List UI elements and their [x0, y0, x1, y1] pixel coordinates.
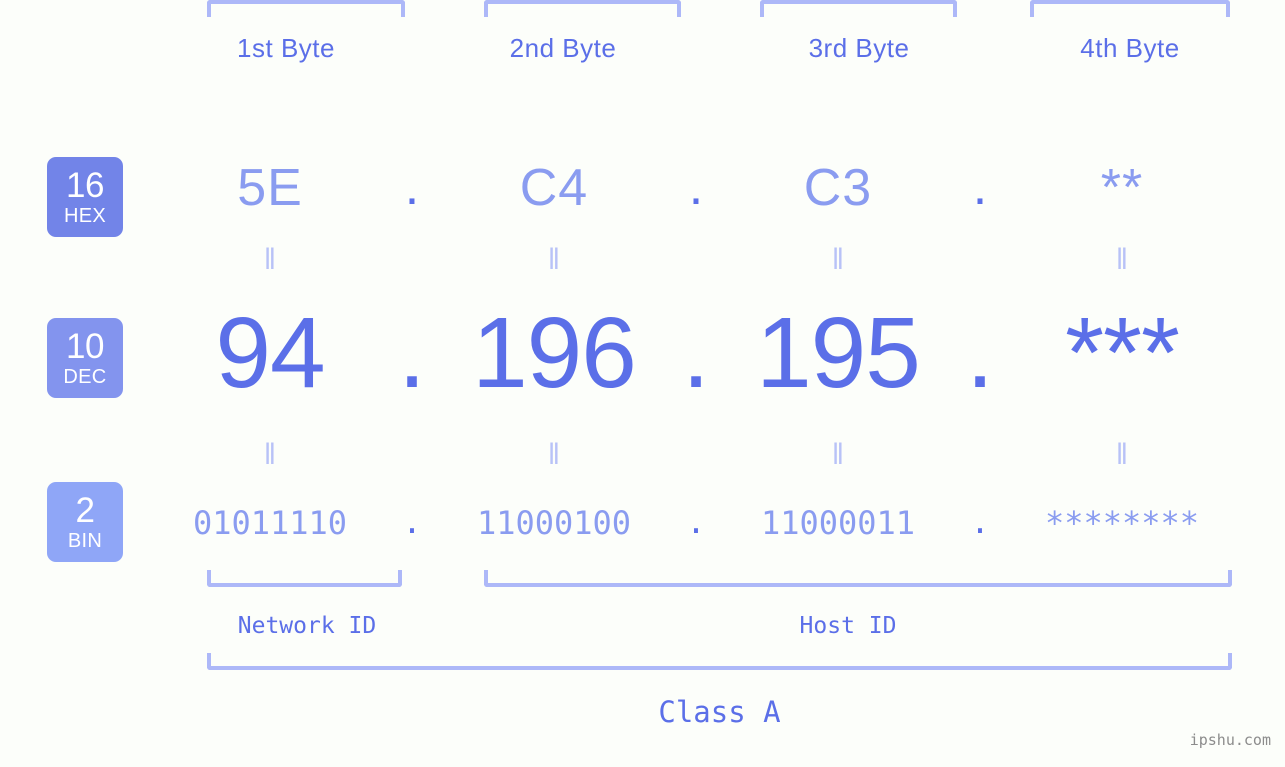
- byte-bracket-2: [484, 0, 681, 17]
- dec-byte-1: 94: [215, 296, 325, 409]
- bin-byte-1: 01011110: [192, 504, 348, 542]
- equals-symbol-3: ‖: [831, 243, 845, 276]
- equals-row-dec-bin: ‖ ‖ ‖ ‖: [150, 438, 1285, 472]
- hex-separator-1: .: [404, 158, 420, 217]
- equals-symbol-4: ‖: [1115, 243, 1129, 276]
- bin-byte-2: 11000100: [476, 504, 632, 542]
- hex-byte-3: C3: [803, 159, 873, 217]
- base-badge-bin-number: 2: [75, 491, 95, 530]
- equals-symbol-5: ‖: [263, 438, 277, 471]
- dec-separator-1: .: [398, 296, 426, 409]
- bin-separator-1: .: [402, 503, 422, 542]
- hex-value-row: 5E . C4 . C3 . **: [150, 152, 1285, 224]
- base-badge-hex-number: 16: [66, 166, 104, 205]
- hex-byte-1: 5E: [237, 159, 303, 217]
- bin-value-row: 01011110 . 11000100 . 11000011 . *******…: [150, 497, 1285, 549]
- base-badge-bin: 2 BIN: [47, 482, 123, 562]
- dec-value-row: 94 . 196 . 195 . ***: [150, 295, 1285, 411]
- byte-header-4: 4th Byte: [1080, 33, 1180, 63]
- byte-header-1: 1st Byte: [237, 33, 335, 63]
- hex-separator-2: .: [688, 158, 704, 217]
- dec-byte-4: ***: [1065, 296, 1180, 409]
- base-badge-dec-number: 10: [66, 327, 104, 366]
- base-badge-bin-name: BIN: [67, 530, 103, 552]
- ip-byte-breakdown-diagram: 1st Byte 2nd Byte 3rd Byte 4th Byte 16 H…: [0, 0, 1285, 767]
- site-watermark: ipshu.com: [1189, 731, 1271, 749]
- bin-separator-2: .: [686, 503, 706, 542]
- byte-bracket-1: [207, 0, 405, 17]
- dec-byte-3: 195: [756, 296, 921, 409]
- bin-byte-4: ********: [1044, 504, 1200, 542]
- base-badge-dec-name: DEC: [63, 366, 107, 388]
- bin-byte-3: 11000011: [760, 504, 916, 542]
- equals-symbol-6: ‖: [547, 438, 561, 471]
- bin-separator-3: .: [970, 503, 990, 542]
- equals-symbol-2: ‖: [547, 243, 561, 276]
- network-id-bracket: [207, 570, 402, 587]
- dec-separator-2: .: [682, 296, 710, 409]
- base-badge-hex: 16 HEX: [47, 157, 123, 237]
- hex-byte-4: **: [1100, 159, 1144, 217]
- host-id-label: Host ID: [799, 613, 897, 639]
- network-id-label: Network ID: [237, 613, 377, 639]
- byte-bracket-4: [1030, 0, 1230, 17]
- ip-class-bracket: [207, 653, 1232, 670]
- equals-row-hex-dec: ‖ ‖ ‖ ‖: [150, 243, 1285, 277]
- host-id-bracket: [484, 570, 1232, 587]
- equals-symbol-7: ‖: [831, 438, 845, 471]
- byte-header-3: 3rd Byte: [808, 33, 910, 63]
- ip-class-label: Class A: [658, 695, 781, 729]
- base-badge-hex-name: HEX: [63, 205, 107, 227]
- base-badge-dec: 10 DEC: [47, 318, 123, 398]
- byte-header-2: 2nd Byte: [509, 33, 617, 63]
- equals-symbol-1: ‖: [263, 243, 277, 276]
- equals-symbol-8: ‖: [1115, 438, 1129, 471]
- hex-separator-3: .: [972, 158, 988, 217]
- dec-byte-2: 196: [472, 296, 637, 409]
- byte-bracket-3: [760, 0, 957, 17]
- dec-separator-3: .: [966, 296, 994, 409]
- hex-byte-2: C4: [519, 159, 589, 217]
